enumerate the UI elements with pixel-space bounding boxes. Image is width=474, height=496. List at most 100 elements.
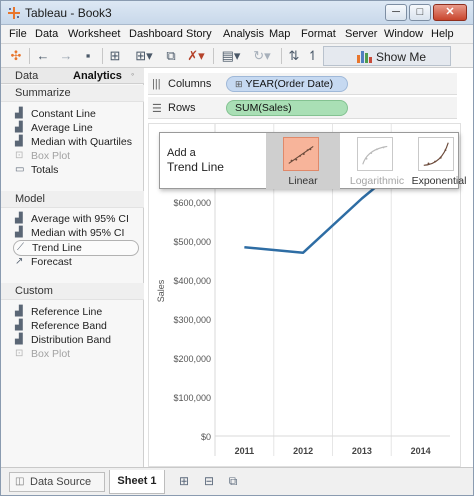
bar-icon: ▟ [15, 334, 23, 345]
item-label: Distribution Band [31, 334, 111, 346]
toolbar: ✣ ← → ▪ ⊞ ⊞▾ ⧉ ✗▾ ▤▾ ↻▾ ⇅ ↿ Show Me [1, 44, 473, 68]
y-tick-label: $200,000 [173, 354, 211, 364]
menu-window[interactable]: Window [384, 28, 423, 40]
item-label: Median with 95% CI [31, 227, 125, 239]
popup-title-line1: Add a [167, 147, 196, 159]
tableau-logo-icon [8, 7, 20, 19]
y-tick-label: $100,000 [173, 393, 211, 403]
toolbar-separator [102, 48, 103, 64]
menu-dashboard[interactable]: Dashboard [129, 28, 183, 40]
new-worksheet-icon[interactable]: ⊞ [177, 474, 191, 488]
save-icon[interactable]: ▪ [80, 48, 96, 64]
rows-icon: ☰ [152, 103, 162, 115]
x-tick-label: 2012 [293, 446, 313, 456]
item-label: Box Plot [31, 150, 71, 162]
section-summarize: Summarize [1, 85, 144, 102]
auto-update-icon[interactable]: ▤▾ [219, 48, 243, 64]
box-plot-icon: ⊡ [15, 150, 24, 161]
swap-icon[interactable]: ⇅ [286, 48, 302, 64]
tab-analytics[interactable]: Analytics [73, 70, 122, 82]
table-icon: ▭ [15, 164, 25, 175]
trend-icon: ⟋ [17, 242, 24, 253]
item-label: Trend Line [32, 242, 82, 254]
item-label: Box Plot [31, 348, 71, 360]
columns-shelf[interactable]: ||| Columns ⊞ YEAR(Order Date) [148, 73, 457, 95]
show-me-button[interactable]: Show Me [323, 46, 451, 66]
trend-option-linear[interactable]: Linear [266, 133, 340, 189]
linear-trend-icon [283, 137, 319, 171]
bar-icon: ▟ [15, 213, 23, 224]
menu-server[interactable]: Server [345, 28, 377, 40]
forward-icon[interactable]: → [58, 48, 74, 64]
exponential-label: Exponential [411, 175, 467, 187]
toolbar-separator [29, 48, 30, 64]
bar-chart-icon [357, 51, 372, 63]
section-model: Model [1, 191, 144, 208]
sheet-tab-bar: ◫ Data Source Sheet 1 ⊞ ⊟ ⧉ [1, 467, 473, 495]
menu-map[interactable]: Map [269, 28, 290, 40]
minimize-button[interactable]: ─ [385, 4, 407, 21]
bar-icon: ▟ [15, 227, 23, 238]
rows-shelf[interactable]: ☰ Rows SUM(Sales) [148, 97, 457, 119]
item-label: Median with Quartiles [31, 136, 132, 148]
menu-data[interactable]: Data [35, 28, 58, 40]
menu-story[interactable]: Story [186, 28, 212, 40]
sidebar-tabs: Data Analytics ◦ [1, 68, 144, 84]
add-trend-line-popup: Add a Trend Line Linear Logarithmic Expo… [159, 132, 466, 189]
data-source-tab[interactable]: ◫ Data Source [9, 472, 105, 492]
maximize-button[interactable]: □ [409, 4, 431, 21]
tableau-window: Tableau - Book3 ─ □ ✕ File Data Workshee… [0, 0, 474, 496]
y-tick-label: $0 [201, 432, 211, 442]
toolbar-separator [213, 48, 214, 64]
sort-icon[interactable]: ↿ [306, 48, 320, 64]
columns-pill-label: YEAR(Order Date) [245, 78, 334, 90]
bar-icon: ▟ [15, 320, 23, 331]
menu-file[interactable]: File [9, 28, 27, 40]
logarithmic-trend-icon [357, 137, 393, 171]
bar-icon: ▟ [15, 136, 23, 147]
y-tick-label: $400,000 [173, 276, 211, 286]
trend-option-exponential[interactable]: Exponential [412, 133, 466, 189]
expand-icon[interactable]: ⊞ [235, 79, 243, 89]
rows-label: Rows [168, 102, 196, 114]
new-dashboard-icon[interactable]: ⊟ [202, 474, 216, 488]
exponential-trend-icon [418, 137, 454, 171]
pane-menu-icon[interactable]: ◦ [131, 69, 134, 79]
item-label: Average Line [31, 122, 93, 134]
toolbar-separator [281, 48, 282, 64]
new-worksheet-icon[interactable]: ⊞▾ [133, 48, 155, 64]
tab-data[interactable]: Data [15, 70, 38, 82]
close-button[interactable]: ✕ [433, 4, 467, 21]
menu-worksheet[interactable]: Worksheet [68, 28, 120, 40]
new-datasource-icon[interactable]: ⊞ [107, 48, 123, 64]
item-label: Average with 95% CI [31, 213, 129, 225]
y-axis-title: Sales [156, 279, 166, 302]
menu-bar: File Data Worksheet Dashboard Story Anal… [1, 25, 473, 44]
columns-pill[interactable]: ⊞ YEAR(Order Date) [226, 76, 348, 92]
sheet-1-tab[interactable]: Sheet 1 [109, 470, 165, 494]
window-title: Tableau - Book3 [25, 6, 112, 20]
database-icon: ◫ [15, 476, 25, 487]
tableau-logo-icon[interactable]: ✣ [8, 48, 24, 64]
columns-icon: ||| [152, 78, 161, 90]
clear-icon[interactable]: ✗▾ [184, 48, 208, 64]
y-tick-label: $300,000 [173, 315, 211, 325]
menu-analysis[interactable]: Analysis [223, 28, 264, 40]
duplicate-icon[interactable]: ⧉ [163, 48, 179, 64]
forecast-icon: ↗ [15, 256, 24, 267]
rows-pill[interactable]: SUM(Sales) [226, 100, 348, 116]
menu-format[interactable]: Format [301, 28, 336, 40]
section-custom: Custom [1, 283, 144, 300]
show-me-label: Show Me [376, 50, 427, 64]
back-icon[interactable]: ← [35, 48, 51, 64]
y-tick-label: $500,000 [173, 237, 211, 247]
refresh-icon[interactable]: ↻▾ [250, 48, 274, 64]
analytics-item-trend-line[interactable]: ⟋ Trend Line [13, 240, 139, 256]
item-label: Reference Line [31, 306, 103, 318]
rows-pill-label: SUM(Sales) [235, 102, 292, 114]
box-plot-icon: ⊡ [15, 348, 24, 359]
bar-icon: ▟ [15, 108, 23, 119]
menu-help[interactable]: Help [431, 28, 454, 40]
item-label: Forecast [31, 256, 72, 268]
new-story-icon[interactable]: ⧉ [226, 474, 240, 488]
